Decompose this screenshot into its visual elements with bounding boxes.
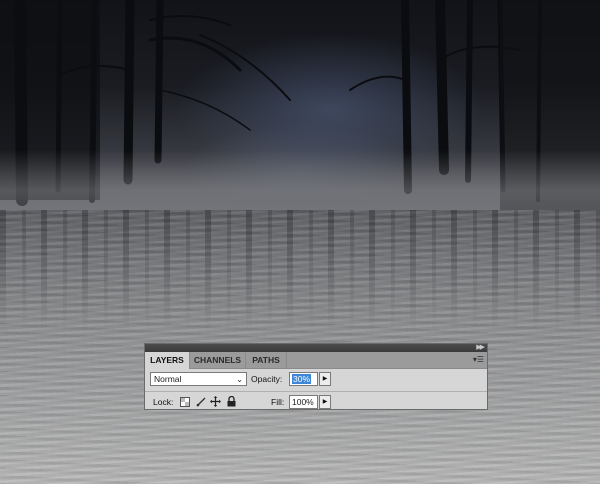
padlock-icon[interactable] [226,396,237,407]
lock-fill-row: Lock: Fill: 100% ▶ [145,391,487,412]
layers-panel: ▶▶ LAYERS CHANNELS PATHS ▾☰ Normal ⌄ Opa… [144,343,488,410]
opacity-slider-button[interactable]: ▶ [319,372,331,386]
lock-transparent-pixels-icon[interactable] [179,396,190,407]
fill-value: 100% [292,397,314,407]
panel-tab-bar: LAYERS CHANNELS PATHS ▾☰ [145,352,487,369]
panel-menu-icon[interactable]: ▾☰ [473,355,484,364]
blend-mode-select[interactable]: Normal ⌄ [150,372,247,386]
opacity-input[interactable]: 30% [289,372,318,386]
double-chevron-right-icon[interactable]: ▶▶ [476,344,485,352]
tab-layers[interactable]: LAYERS [145,352,190,369]
panel-title-bar[interactable]: ▶▶ [145,344,487,352]
tab-paths[interactable]: PATHS [246,352,287,368]
tab-channels[interactable]: CHANNELS [190,352,246,368]
chevron-down-icon: ⌄ [236,375,243,384]
brush-icon[interactable] [195,396,206,407]
move-icon[interactable] [210,396,221,407]
water-reflection [0,210,600,330]
blend-opacity-row: Normal ⌄ Opacity: 30% ▶ [145,369,487,389]
fill-input[interactable]: 100% [289,395,318,409]
opacity-label: Opacity: [251,374,283,384]
opacity-value: 30% [292,374,312,384]
fill-label: Fill: [271,397,285,407]
blend-mode-value: Normal [154,374,182,384]
lock-label: Lock: [153,397,174,407]
fill-slider-button[interactable]: ▶ [319,395,331,409]
